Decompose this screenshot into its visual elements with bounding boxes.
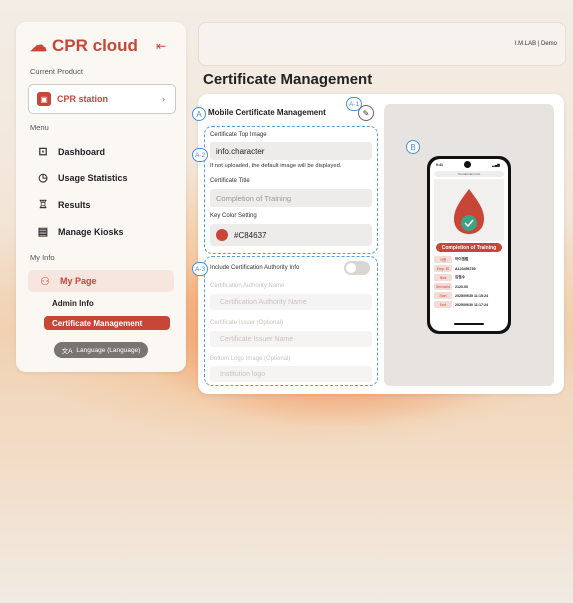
translate-icon: 文A <box>61 348 73 355</box>
sidebar-item-results[interactable]: ♖ Results <box>36 198 91 211</box>
sidebar-item-dashboard[interactable]: ⊡ Dashboard <box>36 145 105 158</box>
my-info-section-label: My Info <box>30 253 55 262</box>
issuer-input[interactable]: Certificate Issuer Name <box>210 331 372 347</box>
camera-notch <box>464 161 471 168</box>
sidebar-item-label: Results <box>58 199 91 210</box>
authority-name-label: Certification Authority Name <box>210 283 285 289</box>
phone-mockup: 9:41 ▂▄▆ Yourdomain.com Completion of Tr… <box>427 156 511 334</box>
phone-screen: 9:41 ▂▄▆ Yourdomain.com Completion of Tr… <box>430 159 508 331</box>
top-image-label: Certificate Top Image <box>210 132 267 138</box>
chart-icon: ⊡ <box>38 146 48 158</box>
page-title: Certificate Management <box>203 71 373 88</box>
account-info[interactable]: I.M.LAB | Demo <box>515 41 557 47</box>
toggle-knob <box>346 263 356 273</box>
language-button[interactable]: 文A Language (Language) <box>54 342 148 358</box>
info-row: Nick 김철수 <box>434 274 465 281</box>
top-image-value: info.character <box>216 146 265 156</box>
certificate-preview-panel: B 9:41 ▂▄▆ Yourdomain.com Completion of … <box>384 104 554 386</box>
collapse-sidebar-icon[interactable]: ⇤ <box>156 39 166 53</box>
sidebar-item-usage-statistics[interactable]: ◷ Usage Statistics <box>36 171 128 184</box>
sidebar-item-manage-kiosks[interactable]: ▤ Manage Kiosks <box>36 225 124 238</box>
sidebar-item-label: Manage Kiosks <box>58 226 124 237</box>
info-row: Emp. ID A123456789 <box>434 265 476 272</box>
info-value: 김철수 <box>455 275 465 279</box>
authority-toggle[interactable] <box>344 261 370 275</box>
key-color-field[interactable]: #C84637 <box>210 224 372 246</box>
issuer-label: Certificate Issuer (Optional) <box>210 320 284 326</box>
key-color-label: Key Color Setting <box>210 213 257 219</box>
current-product-label: Current Product <box>30 67 83 76</box>
edit-pencil-icon[interactable]: ✎ <box>358 105 374 121</box>
info-row: Serviceid 2120.00 <box>434 283 468 290</box>
info-key: 사용 <box>434 256 452 263</box>
product-name: CPR station <box>57 94 109 104</box>
info-row: 사용 아이엠랩 <box>434 256 468 263</box>
kiosk-product-icon: ▣ <box>37 92 51 106</box>
sidebar-item-label: My Page <box>60 276 97 286</box>
language-button-label: Language (Language) <box>76 346 141 354</box>
sidebar-item-label: Usage Statistics <box>58 172 128 183</box>
info-key: Emp. ID <box>434 265 452 272</box>
info-key: Start <box>434 292 452 299</box>
brand-logo[interactable]: ☁ CPR cloud <box>30 36 138 56</box>
sidebar: ☁ CPR cloud ⇤ Current Product ▣ CPR stat… <box>16 22 186 372</box>
logo-input[interactable]: Institution logo <box>210 366 372 382</box>
kiosk-icon: ▤ <box>37 226 49 238</box>
trophy-icon: ♖ <box>38 199 48 211</box>
sidebar-item-label: Dashboard <box>58 146 106 157</box>
color-swatch[interactable] <box>216 229 228 241</box>
authority-name-input[interactable]: Certification Authority Name <box>210 294 372 310</box>
info-row: Start 2025/09/30 11:15:24 <box>434 292 488 299</box>
info-value: 2025/09/30 11:17:24 <box>455 302 489 307</box>
info-key: Serviceid <box>434 283 452 290</box>
title-label: Certificate Title <box>210 178 250 184</box>
info-value: 2025/09/30 11:15:24 <box>455 293 489 298</box>
info-key: Nick <box>434 274 452 281</box>
marker-a2: A-2 <box>192 148 208 162</box>
info-key: End <box>434 301 452 308</box>
character-image <box>454 189 484 234</box>
chevron-right-icon: › <box>162 94 165 104</box>
marker-a: A <box>192 107 206 121</box>
title-placeholder: Completion of Training <box>216 193 292 203</box>
certificate-card: A Mobile Certificate Management A-1 ✎ A-… <box>192 94 564 394</box>
info-value: 아이엠랩 <box>455 257 469 261</box>
sidebar-item-my-page[interactable]: ⚇ My Page <box>28 270 174 292</box>
statistics-icon: ◷ <box>38 172 48 184</box>
logo-placeholder: Institution logo <box>220 370 266 378</box>
signal-icon: ▂▄▆ <box>492 163 500 167</box>
info-value: A123456789 <box>455 266 476 271</box>
url-bar: Yourdomain.com <box>434 171 504 177</box>
brand-name: CPR cloud <box>52 36 138 55</box>
marker-a3: A-3 <box>192 262 208 276</box>
issuer-placeholder: Certificate Issuer Name <box>220 335 294 343</box>
home-indicator <box>454 323 484 325</box>
user-settings-icon: ⚇ <box>40 275 50 288</box>
status-time: 9:41 <box>436 163 444 167</box>
cloud-icon: ☁ <box>30 36 47 55</box>
certificate-banner: Completion of Training <box>436 243 502 252</box>
info-row: End 2025/09/30 11:17:24 <box>434 301 488 308</box>
menu-section-label: Menu <box>30 123 49 132</box>
sub-item-admin-info[interactable]: Admin Info <box>52 299 94 308</box>
authority-name-placeholder: Certification Authority Name <box>220 298 307 306</box>
product-selector[interactable]: ▣ CPR station › <box>28 84 176 114</box>
title-input[interactable]: Completion of Training <box>210 189 372 207</box>
info-value: 2120.00 <box>455 284 468 289</box>
top-image-field[interactable]: info.character <box>210 142 372 160</box>
logo-label: Bottom Logo Image (Optional) <box>210 356 291 362</box>
authority-toggle-label: Include Certification Authority Info <box>210 265 300 271</box>
marker-b: B <box>406 140 420 154</box>
character-image-area <box>434 179 504 241</box>
header-bar: I.M.LAB | Demo <box>198 22 566 66</box>
color-value: #C84637 <box>234 230 267 240</box>
sub-item-certificate-management[interactable]: Certificate Management <box>44 316 170 330</box>
section-title: Mobile Certificate Management <box>208 108 326 117</box>
top-image-hint: If not uploaded, the default image will … <box>210 163 342 169</box>
